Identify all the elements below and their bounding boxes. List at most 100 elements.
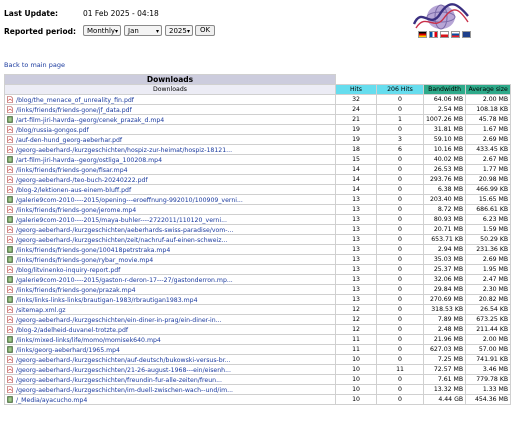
average-size-cell: 50.29 KB <box>465 234 512 245</box>
download-path-cell: /blog/litvinenko-inquiry-report.pdf <box>4 264 336 275</box>
download-link[interactable]: /blog/the_menace_of_unreality_fin.pdf <box>16 97 134 104</box>
video-file-icon <box>7 155 13 163</box>
hits-cell: 13 <box>335 204 377 215</box>
download-link[interactable]: /georg-aeberhard-/kurzgeschichten/freund… <box>16 377 222 384</box>
bandwidth-cell: 35.03 MB <box>422 254 467 265</box>
download-link[interactable]: /georg-aeberhard-/kurzgeschichten/21-26-… <box>16 367 231 374</box>
download-path-cell: /links/friends/friends-gone/fisar.mp4 <box>4 164 336 175</box>
hits-cell: 10 <box>335 394 377 405</box>
pdf-file-icon <box>7 235 13 243</box>
hits-cell: 14 <box>335 184 377 195</box>
download-link[interactable]: /auf-den-hund_georg-aeberhar.pdf <box>16 137 122 144</box>
video-file-icon <box>7 335 13 343</box>
col-header-downloads: Downloads <box>4 84 336 95</box>
bandwidth-cell: 80.93 MB <box>422 214 467 225</box>
flag-fr-icon[interactable] <box>429 31 438 38</box>
download-link[interactable]: /links/friends/friends-gone/jerome.mp4 <box>16 207 136 214</box>
hits-206-cell: 0 <box>376 344 424 355</box>
back-to-main-link[interactable]: Back to main page <box>4 61 65 69</box>
download-link[interactable]: /georg-aeberhard-/kurzgeschichten/aeberh… <box>16 227 233 234</box>
download-link[interactable]: /blog-2/adelheid-duvanel-trotzte.pdf <box>16 327 128 334</box>
download-link[interactable]: /links/friends/friends-gone/rybar_movie.… <box>16 257 153 264</box>
hits-cell: 13 <box>335 274 377 285</box>
hits-cell: 12 <box>335 314 377 325</box>
download-link[interactable]: /georg-aeberhard-/kurzgeschichten/hospiz… <box>16 147 232 154</box>
average-size-cell: 1.67 MB <box>465 124 512 135</box>
average-size-cell: 1.33 MB <box>465 384 512 395</box>
download-link[interactable]: /sitemap.xml.gz <box>16 307 66 314</box>
ok-button[interactable]: OK <box>195 25 215 36</box>
hits-206-cell: 0 <box>376 164 424 175</box>
bandwidth-cell: 40.02 MB <box>422 154 467 165</box>
average-size-cell: 26.54 KB <box>465 304 512 315</box>
hits-cell: 13 <box>335 254 377 265</box>
hits-cell: 24 <box>335 104 377 115</box>
bandwidth-cell: 7.25 MB <box>422 354 467 365</box>
average-size-cell: 108.18 KB <box>465 104 512 115</box>
bandwidth-cell: 2.48 MB <box>422 324 467 335</box>
pdf-file-icon <box>7 325 13 333</box>
hits-cell: 32 <box>335 94 377 105</box>
download-link[interactable]: /georg-aeberhard-/teo-buch-20240222.pdf <box>16 177 148 184</box>
reported-period-label: Reported period: <box>4 27 76 36</box>
period-type-select[interactable]: Monthly ▾ <box>83 25 121 36</box>
flag-de-icon[interactable] <box>418 31 427 38</box>
download-link[interactable]: /blog/russia-gongos.pdf <box>16 127 89 134</box>
hits-cell: 11 <box>335 344 377 355</box>
hits-206-cell: 0 <box>376 354 424 365</box>
download-link[interactable]: /galerie9com-2010----2015/maya-buhler---… <box>16 217 227 224</box>
download-link[interactable]: /art-film-jiri-havrda--georg/cenek_praza… <box>16 117 164 124</box>
pdf-file-icon <box>7 355 13 363</box>
month-select[interactable]: Jan ▾ <box>124 25 162 36</box>
pdf-file-icon <box>7 185 13 193</box>
average-size-cell: 2.30 MB <box>465 284 512 295</box>
download-link[interactable]: /links/friends/friends-gone/100418petrst… <box>16 247 170 254</box>
download-link[interactable]: /galerie9com-2010----2015/gaston-r-deron… <box>16 277 233 284</box>
pdf-file-icon <box>7 145 13 153</box>
video-file-icon <box>7 345 13 353</box>
download-link[interactable]: /georg-aeberhard-/kurzgeschichten/zeit/n… <box>16 237 227 244</box>
download-path-cell: /blog/russia-gongos.pdf <box>4 124 336 135</box>
bandwidth-cell: 10.16 MB <box>422 144 467 155</box>
col-header-206-hits: 206 Hits <box>376 84 424 95</box>
table-row: /blog-2/lektionen-aus-einem-bluff.pdf 14 0… <box>4 184 512 195</box>
flag-cz-icon[interactable] <box>440 31 449 38</box>
average-size-cell: 2.69 MB <box>465 254 512 265</box>
download-link[interactable]: /links/georg-aeberhard/1965.mp4 <box>16 347 120 354</box>
hits-206-cell: 0 <box>376 234 424 245</box>
download-link[interactable]: /links/mixed-links/life/momo/momisek640.… <box>16 337 161 344</box>
year-select[interactable]: 2025 ▾ <box>165 25 193 36</box>
bandwidth-cell: 26.53 MB <box>422 164 467 175</box>
table-row: /links/mixed-links/life/momo/momisek640.… <box>4 334 512 345</box>
average-size-cell: 1.59 MB <box>465 224 512 235</box>
download-link[interactable]: /georg-aeberhard-/kurzgeschichten/auf-de… <box>16 357 231 364</box>
download-link[interactable]: /links/friends/friends-gone/fisar.mp4 <box>16 167 128 174</box>
download-link[interactable]: /links/friends/friends-gone/prazak.mp4 <box>16 287 136 294</box>
bandwidth-cell: 20.71 MB <box>422 224 467 235</box>
download-link[interactable]: /links/links-links-links/brautigan-1983/… <box>16 297 198 304</box>
col-header-average-size: Average size <box>465 84 512 95</box>
hits-cell: 14 <box>335 174 377 185</box>
average-size-cell: 2.47 MB <box>465 274 512 285</box>
download-path-cell: /georg-aeberhard-/kurzgeschichten/freund… <box>4 374 336 385</box>
hits-cell: 19 <box>335 134 377 145</box>
flag-sk-icon[interactable] <box>451 31 460 38</box>
pdf-file-icon <box>7 125 13 133</box>
col-header-bandwidth: Bandwidth <box>422 84 467 95</box>
download-path-cell: /georg-aeberhard-/kurzgeschichten/zeit/n… <box>4 234 336 245</box>
average-size-cell: 466.99 KB <box>465 184 512 195</box>
hits-206-cell: 0 <box>376 314 424 325</box>
download-link[interactable]: /art-film-jiri-havrda--georg/ostliga_100… <box>16 157 162 164</box>
download-link[interactable]: /blog/litvinenko-inquiry-report.pdf <box>16 267 120 274</box>
table-header-row: Downloads Hits 206 Hits Bandwidth Averag… <box>4 84 512 95</box>
download-link[interactable]: /_Media/ayacucho.mp4 <box>16 397 87 404</box>
download-link[interactable]: /georg-aeberhard-/kurzgeschichten/im-due… <box>16 387 233 394</box>
download-link[interactable]: /georg-aeberhard-/kurzgeschichten/ein-di… <box>16 317 222 324</box>
bandwidth-cell: 318.53 KB <box>422 304 467 315</box>
download-link[interactable]: /blog-2/lektionen-aus-einem-bluff.pdf <box>16 187 131 194</box>
flag-uk-icon[interactable] <box>462 31 471 38</box>
download-link[interactable]: /galerie9com-2010----2015/opening---eroe… <box>16 197 243 204</box>
bandwidth-cell: 59.10 MB <box>422 134 467 145</box>
download-link[interactable]: /links/friends/friends-gone/jf_data.pdf <box>16 107 132 114</box>
table-row: /art-film-jiri-havrda--georg/cenek_praza… <box>4 114 512 125</box>
